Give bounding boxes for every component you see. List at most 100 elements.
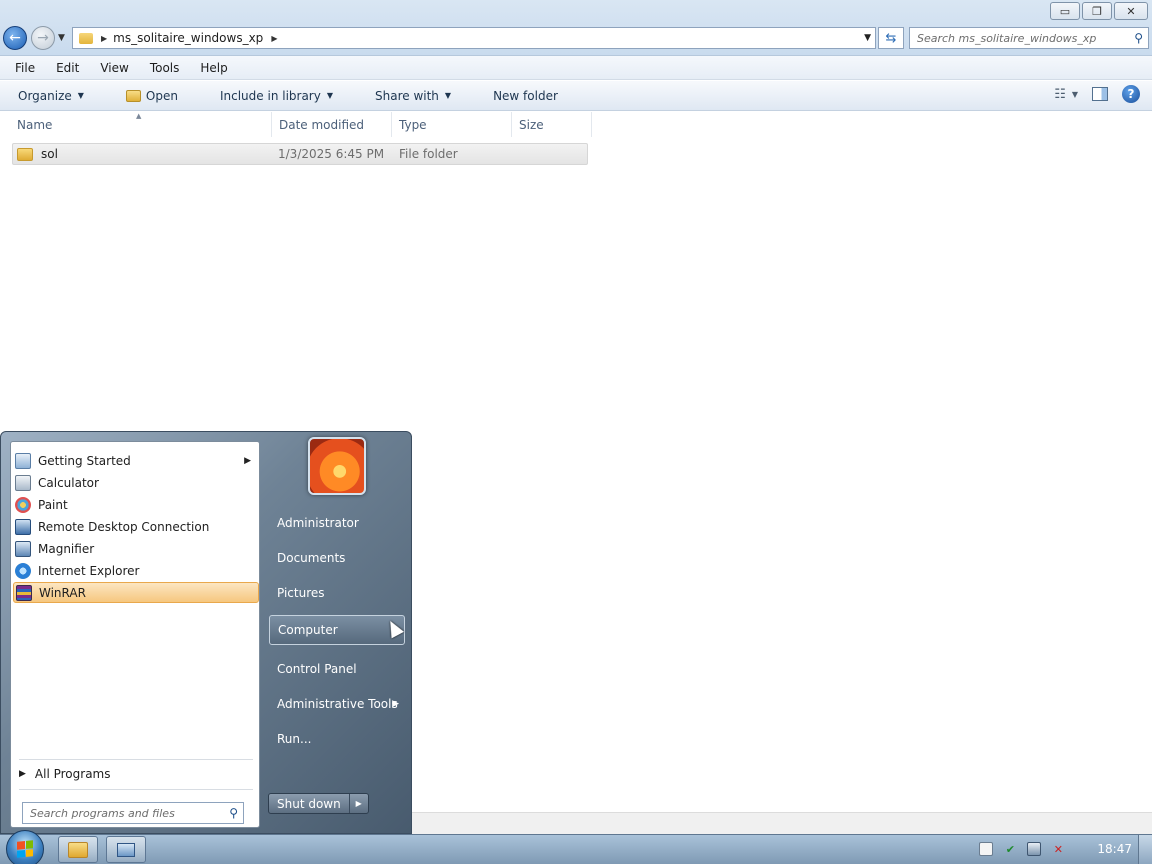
menu-file[interactable]: File bbox=[12, 61, 38, 75]
start-link-documents[interactable]: Documents bbox=[269, 543, 405, 573]
notes-icon[interactable] bbox=[979, 842, 994, 856]
chevron-down-icon: ▼ bbox=[77, 91, 84, 100]
all-programs-button[interactable]: ▶ All Programs bbox=[19, 767, 111, 781]
view-options-dropdown-icon[interactable]: ▼ bbox=[1072, 90, 1078, 99]
start-link-computer[interactable]: Computer bbox=[269, 615, 405, 645]
column-header-type[interactable]: Type bbox=[392, 112, 512, 137]
paint-icon bbox=[15, 496, 31, 513]
maximize-button[interactable]: ❐ bbox=[1082, 2, 1112, 20]
caption-buttons: ▭ ❐ ✕ bbox=[1050, 2, 1148, 20]
status-strip bbox=[410, 812, 1152, 834]
new-folder-button[interactable]: New folder bbox=[487, 89, 564, 103]
menu-edit[interactable]: Edit bbox=[53, 61, 82, 75]
breadcrumb-arrow-icon[interactable]: ▶ bbox=[101, 34, 107, 43]
menu-view[interactable]: View bbox=[97, 61, 131, 75]
program-label: Remote Desktop Connection bbox=[38, 519, 210, 534]
program-item-paint[interactable]: Paint bbox=[13, 494, 259, 515]
link-label: Computer bbox=[278, 623, 338, 637]
remote-desktop-icon bbox=[117, 842, 135, 857]
column-size-label: Size bbox=[519, 117, 544, 132]
recent-pages-dropdown[interactable]: ▼ bbox=[58, 33, 65, 43]
submenu-arrow-icon: ▶ bbox=[244, 455, 251, 466]
column-header-name[interactable]: Name ▲ bbox=[0, 112, 272, 137]
menu-tools[interactable]: Tools bbox=[147, 61, 183, 75]
program-label: Paint bbox=[38, 497, 68, 512]
taskbar: ✔ ✕ 18:47 bbox=[0, 830, 1152, 864]
start-link-administrator[interactable]: Administrator bbox=[269, 508, 405, 538]
search-icon[interactable]: ⚲ bbox=[1134, 31, 1143, 45]
forward-button[interactable]: → bbox=[31, 26, 55, 50]
shutdown-button[interactable]: Shut down bbox=[269, 794, 350, 813]
organize-label: Organize bbox=[18, 88, 72, 103]
volume-muted-icon[interactable]: ✕ bbox=[1051, 842, 1065, 856]
program-item-magnifier[interactable]: Magnifier bbox=[13, 538, 259, 559]
start-button[interactable] bbox=[6, 830, 44, 864]
taskbar-explorer-button[interactable] bbox=[58, 836, 98, 863]
menu-bar: File Edit View Tools Help bbox=[0, 56, 1152, 80]
change-view-icon[interactable]: ☷ bbox=[1054, 87, 1066, 102]
address-bar[interactable]: ▶ ms_solitaire_windows_xp ▶ ▼ bbox=[72, 27, 876, 49]
column-type-label: Type bbox=[399, 117, 427, 132]
column-header-size[interactable]: Size bbox=[512, 112, 592, 137]
link-label: Administrator bbox=[277, 516, 359, 530]
shutdown-options-arrow-icon[interactable]: ▶ bbox=[350, 794, 368, 813]
close-icon: ✕ bbox=[1126, 4, 1136, 18]
column-header-date-modified[interactable]: Date modified bbox=[272, 112, 392, 137]
taskbar-remote-desktop-button[interactable] bbox=[106, 836, 146, 863]
magnifier-icon bbox=[15, 540, 31, 557]
file-type: File folder bbox=[399, 147, 458, 161]
winrar-icon bbox=[16, 584, 32, 601]
breadcrumb-path[interactable]: ms_solitaire_windows_xp bbox=[113, 31, 263, 45]
organize-button[interactable]: Organize ▼ bbox=[12, 89, 90, 103]
title-bar: ▭ ❐ ✕ ← → ▼ ▶ ms_solitaire_windows_xp ▶ … bbox=[0, 0, 1152, 56]
search-icon[interactable]: ⚲ bbox=[229, 806, 238, 820]
open-folder-icon bbox=[125, 89, 141, 102]
windows-logo-icon bbox=[17, 840, 33, 858]
help-icon[interactable]: ? bbox=[1122, 85, 1140, 103]
search-input[interactable] bbox=[910, 28, 1120, 48]
user-picture[interactable] bbox=[308, 437, 366, 495]
address-dropdown-icon[interactable]: ▼ bbox=[864, 33, 871, 43]
start-link-control-panel[interactable]: Control Panel bbox=[269, 654, 405, 684]
explorer-folder-icon bbox=[68, 841, 88, 858]
open-button[interactable]: Open bbox=[120, 89, 184, 103]
open-label: Open bbox=[145, 88, 178, 103]
close-button[interactable]: ✕ bbox=[1114, 2, 1148, 20]
share-with-button[interactable]: Share with ▼ bbox=[369, 89, 457, 103]
back-button[interactable]: ← bbox=[3, 26, 27, 50]
clock[interactable]: 18:47 bbox=[1097, 842, 1132, 856]
start-link-run[interactable]: Run... bbox=[269, 724, 405, 754]
program-item-remote-desktop[interactable]: Remote Desktop Connection bbox=[13, 516, 259, 537]
refresh-button[interactable]: ⇆ bbox=[878, 27, 904, 49]
start-link-pictures[interactable]: Pictures bbox=[269, 578, 405, 608]
breadcrumb-arrow-icon[interactable]: ▶ bbox=[271, 34, 277, 43]
program-label: Internet Explorer bbox=[38, 563, 140, 578]
minimize-button[interactable]: ▭ bbox=[1050, 2, 1080, 20]
program-item-getting-started[interactable]: Getting Started ▶ bbox=[13, 450, 259, 471]
forward-arrow-icon: → bbox=[37, 30, 49, 46]
chevron-down-icon: ▼ bbox=[326, 91, 333, 100]
program-item-winrar[interactable]: WinRAR bbox=[13, 582, 259, 603]
show-desktop-button[interactable] bbox=[1138, 835, 1152, 864]
menu-help[interactable]: Help bbox=[197, 61, 230, 75]
start-search-box[interactable]: ⚲ bbox=[22, 802, 244, 824]
link-label: Administrative Tools bbox=[277, 697, 398, 711]
link-label: Documents bbox=[277, 551, 346, 565]
network-icon[interactable] bbox=[1027, 842, 1042, 856]
start-link-administrative-tools[interactable]: Administrative Tools ▶ bbox=[269, 689, 405, 719]
program-item-internet-explorer[interactable]: Internet Explorer bbox=[13, 560, 259, 581]
programs-pane: Getting Started ▶ Calculator Paint Remot… bbox=[10, 441, 260, 828]
preview-pane-icon[interactable] bbox=[1092, 87, 1108, 101]
start-search-input[interactable] bbox=[23, 803, 218, 823]
separator bbox=[19, 789, 253, 790]
chevron-down-icon: ▼ bbox=[444, 91, 452, 100]
file-row[interactable]: sol 1/3/2025 6:45 PM File folder bbox=[12, 143, 588, 165]
separator bbox=[19, 759, 253, 760]
sort-ascending-icon: ▲ bbox=[136, 112, 142, 120]
file-name: sol bbox=[41, 147, 58, 161]
search-box[interactable]: ⚲ bbox=[909, 27, 1149, 49]
program-item-calculator[interactable]: Calculator bbox=[13, 472, 259, 493]
folder-icon bbox=[17, 147, 33, 161]
action-center-flag-icon[interactable]: ✔ bbox=[1003, 842, 1017, 856]
include-in-library-button[interactable]: Include in library ▼ bbox=[214, 89, 339, 103]
